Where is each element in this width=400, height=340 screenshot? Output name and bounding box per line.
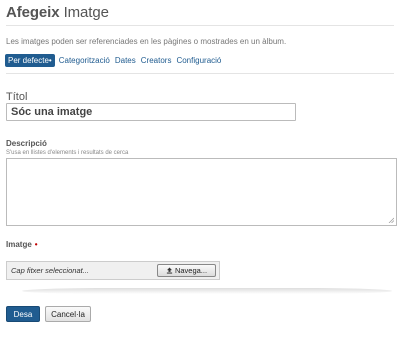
page-title-action: Afegeix <box>6 4 60 21</box>
cancel-button[interactable]: Cancel·la <box>45 306 91 322</box>
file-input[interactable]: Cap fitxer seleccionat... Navega... <box>6 261 220 280</box>
page-title-type: Imatge <box>63 4 109 21</box>
upload-icon <box>166 267 173 274</box>
description-textarea[interactable] <box>6 158 397 226</box>
image-label: Imatge <box>6 240 32 249</box>
image-label-row: Imatge • <box>6 240 38 249</box>
resize-grip-icon[interactable] <box>388 217 394 223</box>
title-label: Títol <box>6 91 28 103</box>
tab-creators[interactable]: Creators <box>141 56 172 65</box>
form-footer-shadow <box>22 288 392 294</box>
tab-bar: Per defecte• Categorització Dates Creato… <box>5 53 226 67</box>
required-marker: • <box>34 240 38 249</box>
description-label: Descripció <box>6 139 47 148</box>
save-button[interactable]: Desa <box>6 306 40 322</box>
tabs-divider <box>6 73 394 74</box>
page-description: Les imatges poden ser referenciades en l… <box>6 37 287 46</box>
title-input[interactable]: Sóc una imatge <box>6 103 296 121</box>
title-divider <box>6 25 394 26</box>
tab-dates[interactable]: Dates <box>115 56 136 65</box>
description-help: S'usa en llistes d'elements i resultats … <box>6 150 129 156</box>
tab-default[interactable]: Per defecte• <box>5 53 55 67</box>
browse-label: Navega... <box>174 266 208 275</box>
no-file-text: Cap fitxer seleccionat... <box>11 266 89 275</box>
browse-button[interactable]: Navega... <box>157 264 216 277</box>
page-title: Afegeix Imatge <box>6 4 109 21</box>
tab-settings[interactable]: Configuració <box>176 56 221 65</box>
tab-categorization[interactable]: Categorització <box>59 56 110 65</box>
